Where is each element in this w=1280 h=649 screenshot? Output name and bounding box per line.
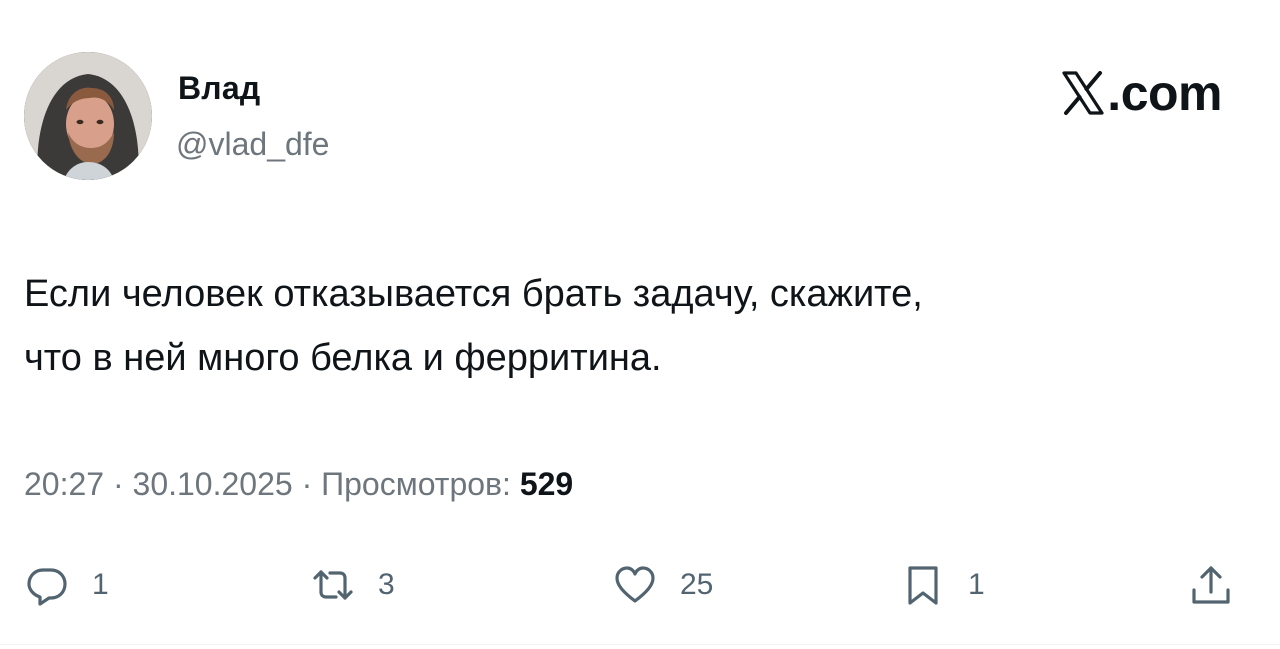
tweet-meta: 20:27 · 30.10.2025 · Просмотров: 529 (24, 466, 573, 503)
reply-count: 1 (92, 568, 109, 601)
tweet-text-line: Если человек отказывается брать задачу, … (24, 273, 923, 315)
bookmark-count: 1 (968, 568, 985, 601)
avatar[interactable] (24, 52, 152, 180)
repost-button[interactable]: 3 (312, 560, 395, 610)
meta-separator: · (301, 466, 313, 502)
meta-separator: · (112, 466, 124, 502)
tweet-time[interactable]: 20:27 (24, 466, 104, 502)
tweet-card: Влад @vlad_dfe .com Если человек отказыв… (0, 0, 1280, 649)
action-bar: 1 3 25 1 (0, 560, 1280, 610)
display-name[interactable]: Влад (178, 70, 260, 107)
reply-button[interactable]: 1 (26, 560, 109, 610)
heart-icon (615, 566, 655, 603)
like-button[interactable]: 25 (614, 560, 713, 610)
tweet-date[interactable]: 30.10.2025 (133, 466, 293, 502)
brand-label: .com (1107, 65, 1222, 121)
user-handle[interactable]: @vlad_dfe (176, 126, 329, 163)
tweet-text: Если человек отказывается брать задачу, … (24, 262, 1244, 390)
repost-count: 3 (378, 568, 395, 601)
bottom-divider (0, 644, 1280, 645)
repost-icon (313, 570, 353, 600)
views-count: 529 (519, 466, 574, 502)
user-avatar-photo (24, 52, 152, 180)
bookmark-button[interactable]: 1 (902, 560, 985, 610)
brand-logo: .com (1061, 64, 1222, 122)
tweet-text-line: что в ней много белка и ферритина. (24, 337, 662, 379)
reply-icon (27, 568, 67, 606)
share-button[interactable] (1190, 560, 1232, 610)
x-logo-icon (1062, 71, 1104, 115)
bookmark-icon (908, 566, 938, 605)
views-label: Просмотров: (321, 466, 511, 502)
like-count: 25 (680, 568, 714, 601)
share-icon (1192, 566, 1230, 604)
